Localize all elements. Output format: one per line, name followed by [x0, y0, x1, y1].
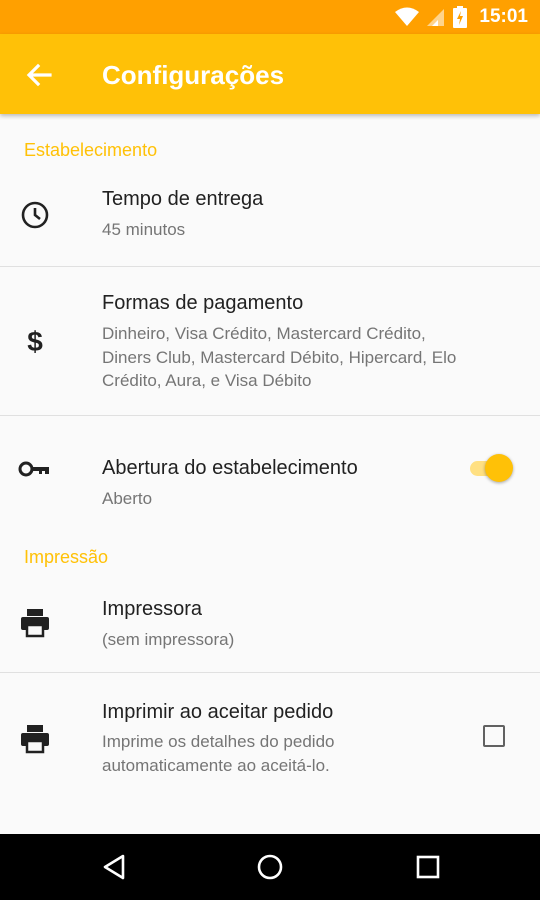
- subtitle-line: Imprime os detalhes do pedido: [102, 732, 335, 751]
- signal-icon: [427, 9, 445, 26]
- setting-title: Impressora: [102, 598, 203, 620]
- setting-subtitle: (sem impressora): [102, 630, 235, 649]
- page-title: Configurações: [102, 60, 285, 90]
- arrow-back-icon: [26, 63, 52, 87]
- home-circle-icon[interactable]: [255, 852, 285, 882]
- subtitle-line: Dinheiro, Visa Crédito, Mastercard Crédi…: [102, 324, 426, 343]
- print-on-accept-checkbox[interactable]: [483, 725, 505, 747]
- back-triangle-icon[interactable]: [99, 852, 129, 882]
- setting-title: Imprimir ao aceitar pedido: [102, 701, 334, 723]
- status-time: 15:01: [479, 6, 528, 27]
- opening-toggle[interactable]: [468, 453, 514, 483]
- subtitle-line: Crédito, Aura, e Visa Débito: [102, 371, 312, 390]
- recents-square-icon[interactable]: [413, 852, 443, 882]
- setting-subtitle: 45 minutos: [102, 220, 186, 239]
- printer-icon: [21, 609, 49, 638]
- setting-title: Tempo de entrega: [102, 188, 264, 210]
- toggle-thumb: [485, 454, 513, 482]
- status-icons: 15:01: [395, 0, 528, 34]
- setting-print-on-accept[interactable]: Imprimir ao aceitar pedido Imprime os de…: [0, 673, 540, 803]
- section-header-establishment: Estabelecimento: [24, 140, 158, 160]
- subtitle-line: automaticamente ao aceitá-lo.: [102, 755, 330, 775]
- setting-subtitle: Imprime os detalhes do pedido automatica…: [102, 730, 512, 777]
- setting-title: Formas de pagamento: [102, 292, 304, 314]
- wifi-icon: [395, 7, 420, 26]
- setting-opening[interactable]: Abertura do estabelecimento Aberto: [0, 416, 540, 516]
- setting-payment-methods[interactable]: $ Formas de pagamento Dinheiro, Visa Cré…: [0, 267, 540, 415]
- setting-title: Abertura do estabelecimento: [102, 457, 358, 479]
- subtitle-line: Diners Club, Mastercard Débito, Hipercar…: [102, 347, 457, 367]
- battery-icon: [453, 6, 468, 28]
- app-bar: Configurações: [0, 34, 540, 114]
- back-button[interactable]: [22, 58, 56, 92]
- status-bar: 15:01: [0, 0, 540, 34]
- settings-list: Estabelecimento Tempo de entrega 45 minu…: [0, 114, 540, 834]
- setting-subtitle: Aberto: [102, 489, 153, 508]
- navigation-bar: [0, 834, 540, 900]
- section-header-printing: Impressão: [24, 547, 109, 567]
- setting-printer[interactable]: Impressora (sem impressora): [0, 579, 540, 672]
- printer-icon: [21, 725, 49, 754]
- dollar-icon: $: [27, 326, 43, 357]
- svg-text:$: $: [27, 326, 43, 357]
- setting-subtitle: Dinheiro, Visa Crédito, Mastercard Crédi…: [102, 322, 512, 393]
- clock-icon: [21, 201, 49, 229]
- key-icon: [18, 461, 49, 477]
- setting-delivery-time[interactable]: Tempo de entrega 45 minutos: [0, 172, 540, 266]
